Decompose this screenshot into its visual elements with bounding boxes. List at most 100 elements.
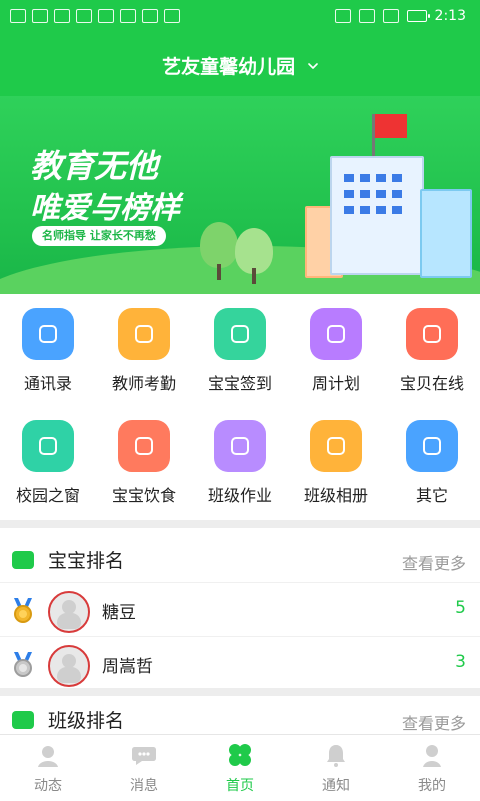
status-right: 2:13 <box>334 8 466 24</box>
feature-icon-bg <box>214 420 266 472</box>
feature-icon-bg <box>118 308 170 360</box>
feature-baby-checkin[interactable]: 宝宝签到 <box>192 294 288 406</box>
tree-trunk <box>217 264 221 280</box>
feature-label: 通讯录 <box>23 374 72 393</box>
class-ranking-header: 班级排名 查看更多 <box>0 696 480 734</box>
feature-baby-meals[interactable]: 宝宝饮食 <box>96 406 192 518</box>
message-icon <box>132 747 156 765</box>
signal-4g-icon <box>54 9 70 23</box>
bell-icon <box>327 745 345 767</box>
tab-label: 消息 <box>130 778 158 794</box>
feature-label: 班级作业 <box>207 486 272 505</box>
tab-label: 首页 <box>226 778 254 794</box>
silver-medal-icon <box>14 652 32 677</box>
feature-class-homework[interactable]: 班级作业 <box>192 406 288 518</box>
avatar <box>48 645 90 687</box>
album-icon <box>327 437 345 455</box>
wechat-icon <box>98 9 114 23</box>
child-name: 周嵩哲 <box>102 657 153 677</box>
tab-label: 通知 <box>322 778 350 794</box>
hd-icon <box>10 9 26 23</box>
translate-icon <box>164 9 180 23</box>
feature-icon-bg <box>406 420 458 472</box>
week-plan-icon <box>327 325 345 343</box>
school-name: 艺友童馨幼儿园 <box>162 56 296 78</box>
feature-icon-bg <box>310 420 362 472</box>
feature-week-plan[interactable]: 周计划 <box>288 294 384 406</box>
flag-icon <box>375 114 407 138</box>
app-icon <box>120 9 136 23</box>
alarm-icon <box>358 9 375 23</box>
ranking-row[interactable]: 周嵩哲 3 <box>0 636 480 691</box>
feature-label: 教师考勤 <box>111 374 176 393</box>
feed-icon <box>38 746 58 767</box>
teacher-attendance-icon <box>135 325 153 343</box>
tab-label: 动态 <box>34 778 62 794</box>
profile-icon <box>423 745 441 767</box>
feature-label: 宝宝签到 <box>207 374 272 393</box>
eye-icon <box>334 9 351 23</box>
child-score: 3 <box>455 652 466 672</box>
checkin-icon <box>231 325 249 343</box>
feature-icon-bg <box>22 308 74 360</box>
tree-trunk <box>252 268 256 284</box>
battery-icon <box>406 10 430 22</box>
status-time: 2:13 <box>434 8 466 24</box>
class-ranking-card: 班级排名 查看更多 <box>0 696 480 734</box>
tab-label: 我的 <box>418 778 446 794</box>
status-bar: 2:13 <box>0 0 480 34</box>
signal-4g-icon <box>32 9 48 23</box>
app-icon <box>142 9 158 23</box>
tab-profile[interactable]: 我的 <box>384 735 480 801</box>
feature-label: 宝宝饮食 <box>111 486 176 505</box>
feature-icon-bg <box>22 420 74 472</box>
video-icon <box>423 325 441 343</box>
feature-label: 宝贝在线 <box>399 374 464 393</box>
tab-feed[interactable]: 动态 <box>0 735 96 801</box>
top-header: 2:13 艺友童馨幼儿园 <box>0 0 480 96</box>
wifi-icon <box>76 9 92 23</box>
tree-illustration <box>200 222 238 268</box>
bar-chart-icon <box>12 551 34 569</box>
baby-ranking-card: 宝宝排名 查看更多 糖豆 5 周嵩哲 3 <box>0 528 480 688</box>
feature-campus-window[interactable]: 校园之窗 <box>0 406 96 518</box>
avatar <box>48 591 90 633</box>
feature-icon-bg <box>406 308 458 360</box>
feature-class-album[interactable]: 班级相册 <box>288 406 384 518</box>
child-score: 5 <box>455 598 466 618</box>
tab-messages[interactable]: 消息 <box>96 735 192 801</box>
ranking-row[interactable]: 糖豆 5 <box>0 582 480 637</box>
feature-grid: 通讯录 教师考勤 宝宝签到 周计划 宝贝在线 校园之窗 宝宝饮食 班级作业 班级… <box>0 294 480 520</box>
feature-label: 周计划 <box>311 374 360 393</box>
class-ranking-icon <box>12 711 34 729</box>
feature-label: 校园之窗 <box>15 486 80 505</box>
banner-slogan-line1: 教育无他 <box>30 147 159 185</box>
homework-icon <box>231 437 249 455</box>
feature-baby-online[interactable]: 宝贝在线 <box>384 294 480 406</box>
tab-notifications[interactable]: 通知 <box>288 735 384 801</box>
child-name: 糖豆 <box>102 603 136 623</box>
class-ranking-title: 班级排名 <box>48 710 125 732</box>
bottom-tab-bar: 动态 消息 首页 通知 我的 <box>0 734 480 801</box>
more-grid-icon <box>423 437 441 455</box>
promo-banner[interactable]: 教育无他 唯爱与榜样 名师指导 让家长不再愁 <box>0 96 480 294</box>
status-left <box>10 9 180 23</box>
baby-ranking-title: 宝宝排名 <box>48 550 125 572</box>
feature-other[interactable]: 其它 <box>384 406 480 518</box>
tower-illustration <box>420 189 472 278</box>
campus-icon <box>39 437 57 455</box>
feature-contacts[interactable]: 通讯录 <box>0 294 96 406</box>
chevron-down-icon <box>308 63 318 69</box>
class-ranking-more-link[interactable]: 查看更多 <box>402 710 466 734</box>
feature-icon-bg <box>310 308 362 360</box>
tab-home[interactable]: 首页 <box>192 735 288 801</box>
baby-ranking-more-link[interactable]: 查看更多 <box>402 550 466 574</box>
feature-icon-bg <box>214 308 266 360</box>
banner-tagline: 名师指导 让家长不再愁 <box>32 226 166 246</box>
feature-label: 班级相册 <box>303 486 368 505</box>
feature-teacher-attendance[interactable]: 教师考勤 <box>96 294 192 406</box>
banner-slogan-line2: 唯爱与榜样 <box>30 191 180 226</box>
feature-icon-bg <box>118 420 170 472</box>
school-selector[interactable]: 艺友童馨幼儿园 <box>0 52 480 79</box>
baby-ranking-header: 宝宝排名 查看更多 <box>0 528 480 590</box>
